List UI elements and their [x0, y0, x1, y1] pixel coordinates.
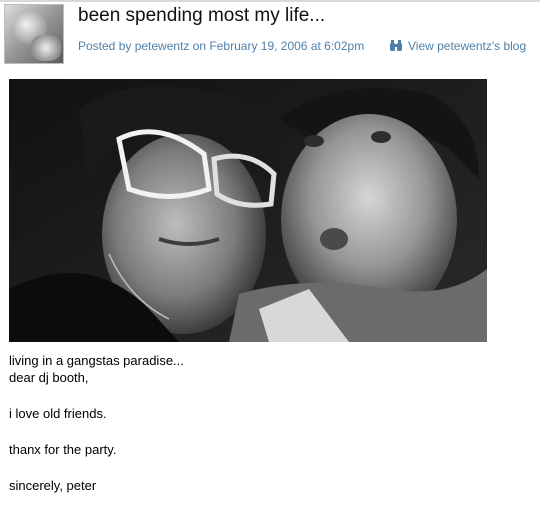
post-title[interactable]: been spending most my life...	[78, 4, 325, 28]
body-line: sincerely, peter	[9, 478, 97, 493]
view-blog-label[interactable]: View petewentz's blog	[408, 38, 526, 54]
post-photo	[9, 79, 487, 342]
post-body: living in a gangstas paradise... dear dj…	[9, 352, 509, 494]
binoculars-icon	[389, 40, 403, 52]
view-blog-link[interactable]: View petewentz's blog	[389, 38, 526, 54]
top-border-divider	[0, 0, 540, 2]
body-line: thanx for the party.	[9, 442, 117, 457]
author-avatar[interactable]	[4, 4, 64, 64]
avatar-image-shape-secondary	[31, 35, 61, 61]
body-line: living in a gangstas paradise...	[9, 353, 184, 368]
body-line: i love old friends.	[9, 406, 107, 421]
body-line: dear dj booth,	[9, 370, 89, 385]
post-byline: Posted by petewentz on February 19, 2006…	[78, 39, 365, 53]
